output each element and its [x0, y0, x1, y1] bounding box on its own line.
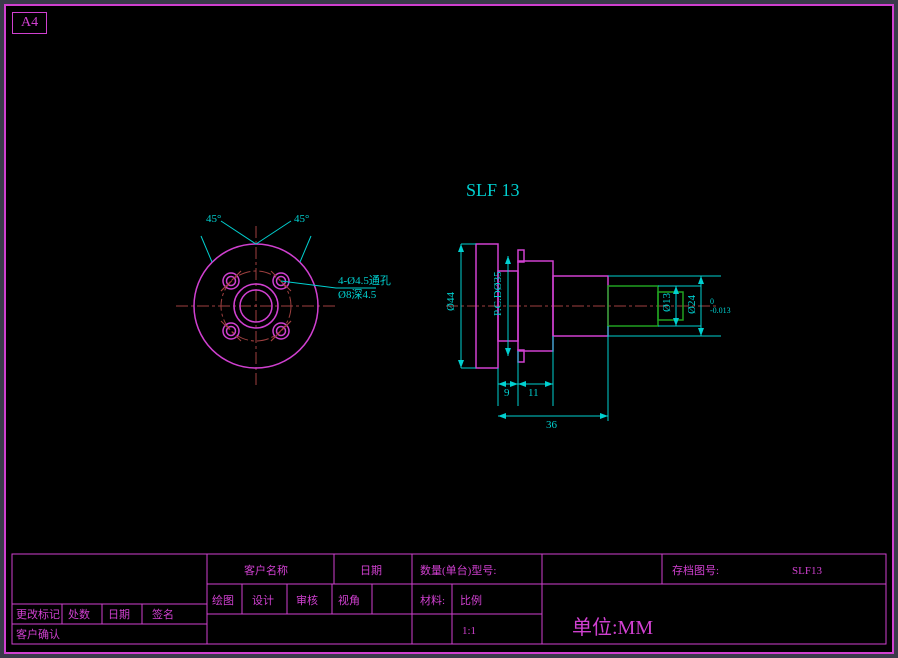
unit-label: 单位:MM — [572, 616, 653, 639]
dim-dia-44: Ø44 — [445, 292, 457, 311]
dim-dia-13: Ø13 — [661, 293, 673, 312]
material-label: 材料: — [420, 593, 445, 607]
part-title: SLF 13 — [466, 180, 520, 200]
tol-lower: -0.013 — [710, 306, 731, 315]
date-label: 日期 — [360, 564, 382, 577]
scale-label: 比例 — [460, 593, 482, 607]
check-label: 审核 — [296, 593, 318, 607]
drawing-canvas: SLF 13 45° 45° 4-Ø4.5通孔 Ø8深4.5 Ø44 — [6, 6, 892, 652]
dept-label: 处数 — [68, 608, 90, 621]
dim-len-11: 11 — [528, 387, 539, 399]
archive-value: SLF13 — [792, 565, 822, 577]
dim-dia-24: Ø24 — [686, 295, 698, 314]
dim-len-36: 36 — [546, 419, 558, 431]
tol-upper: 0 — [710, 297, 714, 306]
counterbore-note: Ø8深4.5 — [338, 288, 377, 301]
rev-mark-label: 更改标记 — [16, 607, 60, 621]
design-label: 设计 — [252, 594, 274, 607]
draw-label: 绘图 — [212, 593, 234, 607]
customer-label: 客户名称 — [244, 563, 288, 577]
front-view: 45° 45° 4-Ø4.5通孔 Ø8深4.5 — [176, 213, 391, 386]
hole-note: 4-Ø4.5通孔 — [338, 274, 391, 287]
scale-value: 1:1 — [462, 625, 476, 637]
qty-model-label: 数量(单台)型号: — [420, 563, 496, 577]
dim-len-9: 9 — [504, 387, 510, 399]
cad-drawing-frame: A4 SLF 13 45° 45° 4-Ø4.5通孔 Ø8深4.5 Ø44 — [0, 0, 898, 658]
view-label: 视角 — [338, 593, 360, 607]
customer-confirm-label: 客户确认 — [16, 627, 60, 641]
sign-label: 签名 — [152, 607, 174, 621]
dim-pcd-35: P.C.DØ35 — [492, 271, 504, 316]
rev-date-label: 日期 — [108, 608, 130, 621]
archive-label: 存档图号: — [672, 563, 719, 577]
angle-45-left: 45° — [206, 213, 221, 225]
drawing-sheet: A4 SLF 13 45° 45° 4-Ø4.5通孔 Ø8深4.5 Ø44 — [4, 4, 894, 654]
angle-45-right: 45° — [294, 213, 309, 225]
side-view: Ø44 P.C.DØ35 Ø13 Ø24 0 -0.013 9 11 36 — [445, 244, 731, 431]
title-block: 更改标记 处数 日期 签名 客户确认 客户名称 日期 数量(单台)型号: 存档图… — [12, 554, 886, 644]
